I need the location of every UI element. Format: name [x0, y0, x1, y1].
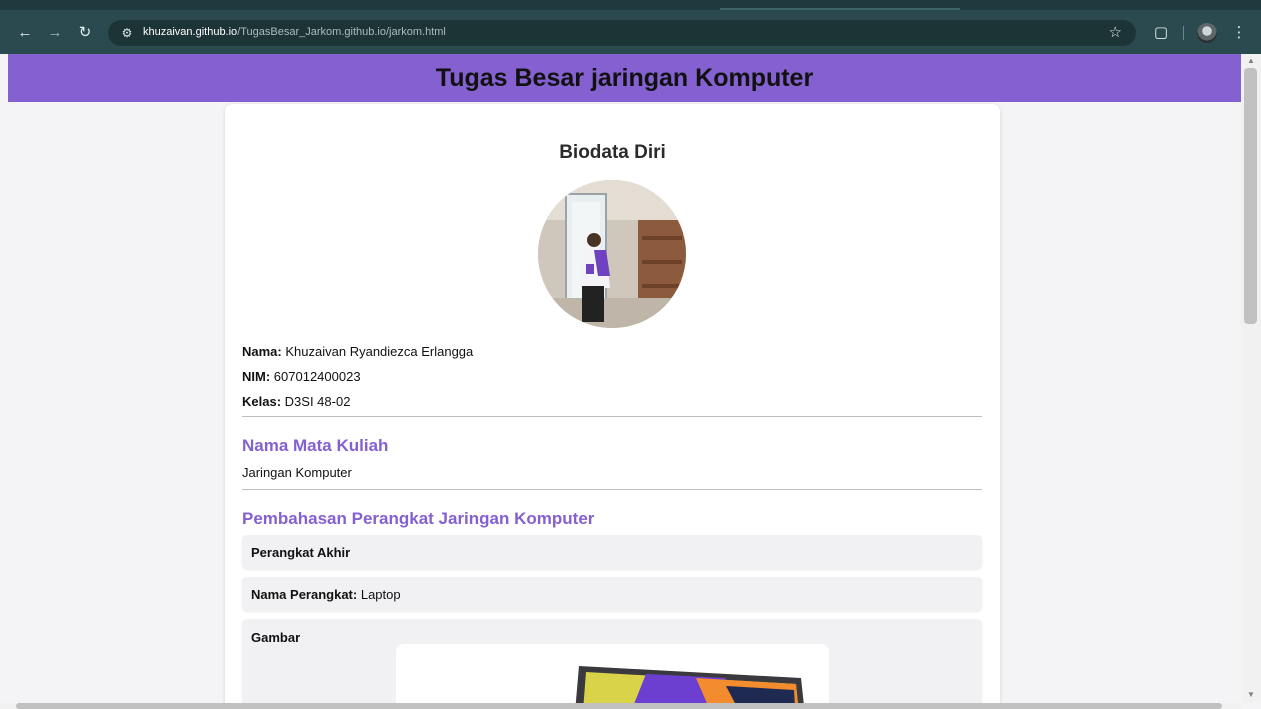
scroll-down-arrow-icon[interactable]: ▼	[1246, 690, 1256, 700]
extensions-puzzle-icon[interactable]: ▢	[1150, 22, 1172, 44]
tab-strip-accent	[720, 8, 960, 10]
reload-icon[interactable]: ↻	[74, 22, 96, 44]
profile-photo	[538, 180, 686, 328]
nim-label: NIM:	[242, 369, 271, 384]
nim-row: NIM: 607012400023	[242, 369, 361, 384]
kelas-value: D3SI 48-02	[284, 394, 351, 409]
browser-toolbar: ← → ↻ ⚙ khuzaivan.github.io/TugasBesar_J…	[0, 0, 1261, 54]
divider	[242, 416, 982, 417]
profile-avatar-icon[interactable]	[1197, 23, 1217, 43]
content-card: Biodata Diri Nama: Khuzaivan Ryandiezca …	[225, 104, 1000, 703]
profile-photo-illustration	[538, 180, 686, 328]
address-bar[interactable]: ⚙ khuzaivan.github.io/TugasBesar_Jarkom.…	[108, 20, 1136, 46]
scroll-up-arrow-icon[interactable]: ▲	[1246, 56, 1256, 66]
device-category-text: Perangkat Akhir	[251, 545, 351, 560]
device-name-value: Laptop	[360, 587, 401, 602]
forward-arrow-icon[interactable]: →	[44, 22, 66, 44]
tab-strip	[0, 0, 1261, 10]
horizontal-scroll-thumb[interactable]	[16, 703, 1222, 709]
site-header: Tugas Besar jaringan Komputer	[8, 54, 1241, 102]
course-title: Nama Mata Kuliah	[242, 436, 389, 455]
nama-row: Nama: Khuzaivan Ryandiezca Erlangga	[242, 344, 473, 359]
url-host: khuzaivan.github.io	[143, 26, 238, 38]
bookmark-star-icon[interactable]: ☆	[1109, 23, 1122, 43]
nim-value: 607012400023	[273, 369, 361, 384]
url-text[interactable]: khuzaivan.github.io/TugasBesar_Jarkom.gi…	[143, 26, 446, 38]
device-category-box: Perangkat Akhir	[242, 535, 982, 569]
vertical-scrollbar[interactable]: ▲ ▼	[1241, 54, 1261, 703]
vertical-scroll-thumb[interactable]	[1244, 68, 1257, 324]
laptop-image	[396, 644, 829, 703]
device-image-label: Gambar	[251, 630, 301, 645]
device-name-label: Nama Perangkat:	[251, 587, 358, 602]
divider	[242, 489, 982, 490]
device-name-box: Nama Perangkat: Laptop	[242, 577, 982, 611]
device-image-row: Gambar	[251, 630, 300, 645]
device-name-row: Nama Perangkat: Laptop	[251, 587, 401, 602]
biodata-title: Biodata Diri	[559, 142, 666, 163]
site-settings-icon[interactable]: ⚙	[118, 24, 136, 42]
url-path: /TugasBesar_Jarkom.github.io/jarkom.html	[237, 26, 446, 38]
page-title: Tugas Besar jaringan Komputer	[435, 63, 814, 92]
device-image	[396, 644, 829, 703]
devices-title: Pembahasan Perangkat Jaringan Komputer	[242, 509, 595, 528]
nama-value: Khuzaivan Ryandiezca Erlangga	[285, 344, 474, 359]
nama-label: Nama:	[242, 344, 282, 359]
toolbar-separator	[1183, 26, 1184, 40]
page-viewport: Tugas Besar jaringan Komputer Biodata Di…	[8, 54, 1241, 703]
course-value: Jaringan Komputer	[242, 465, 352, 480]
horizontal-scrollbar[interactable]	[0, 703, 1241, 709]
kelas-row: Kelas: D3SI 48-02	[242, 394, 350, 409]
kelas-label: Kelas:	[242, 394, 282, 409]
device-category: Perangkat Akhir	[251, 545, 350, 560]
device-image-box: Gambar	[242, 619, 982, 703]
back-arrow-icon[interactable]: ←	[14, 22, 36, 44]
more-menu-icon[interactable]: ⋮	[1228, 22, 1250, 44]
